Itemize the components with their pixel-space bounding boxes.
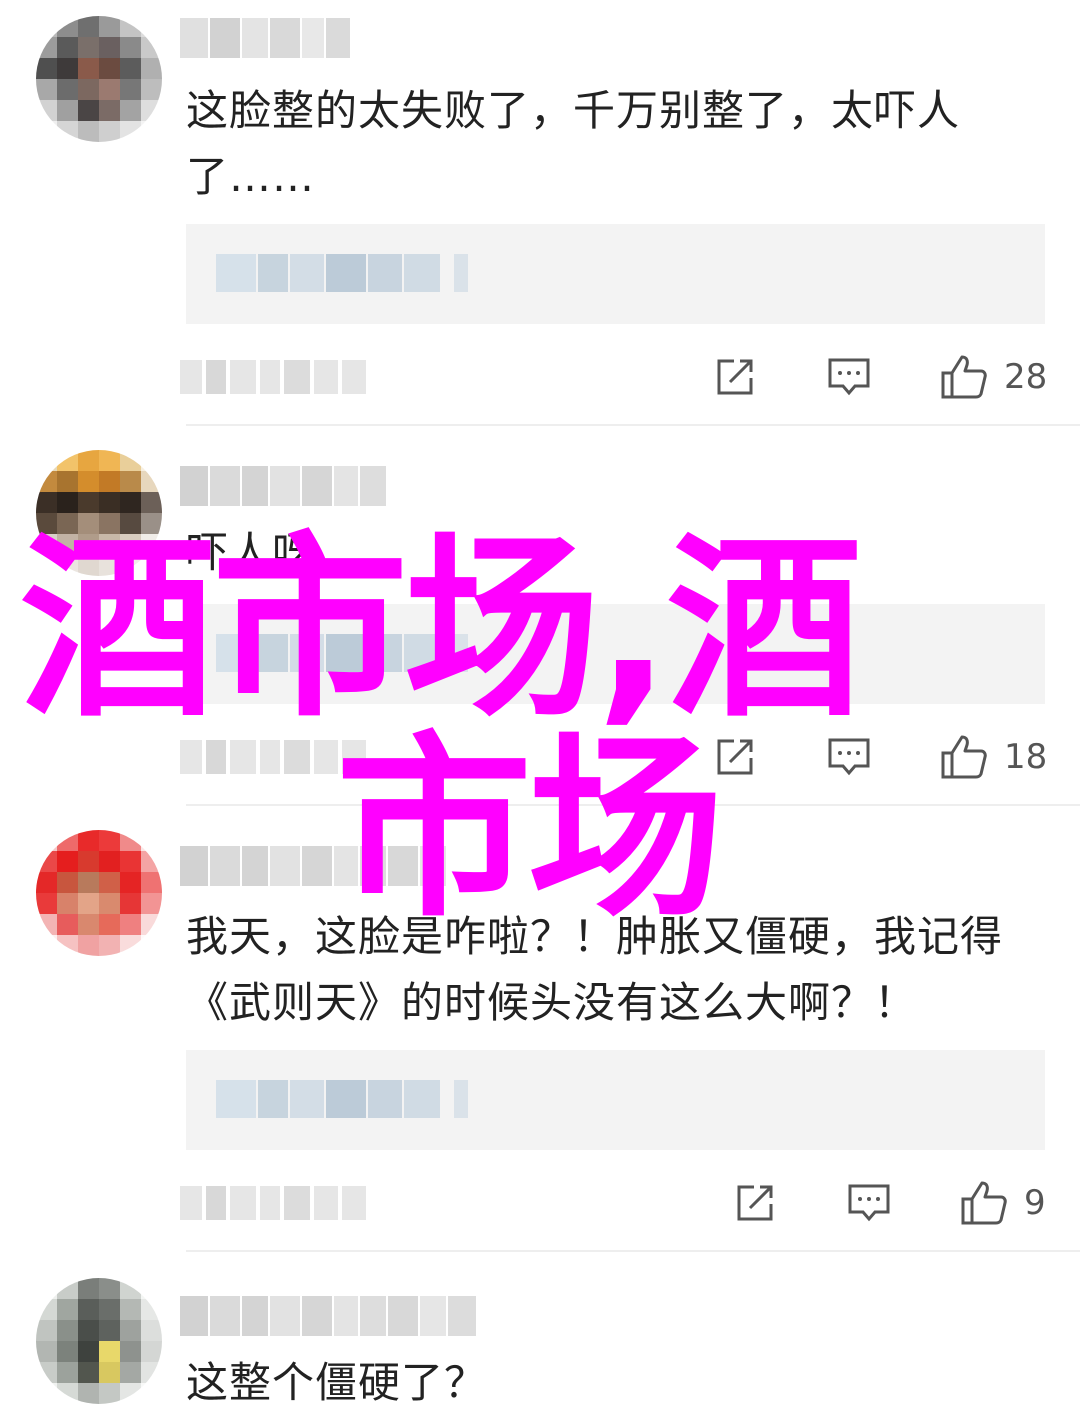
reply-button[interactable] [846, 1182, 892, 1224]
share-icon [717, 739, 753, 775]
quoted-reply[interactable] [186, 224, 1045, 324]
timestamp-blurred [180, 1186, 366, 1220]
comment-item: 这脸整的太失败了，千万别整了，太吓人了…… 28 [0, 0, 1080, 430]
quoted-reply-blurred [216, 254, 468, 292]
like-button[interactable]: 18 [940, 734, 1047, 780]
reply-icon [828, 738, 870, 776]
divider [186, 424, 1080, 426]
share-button[interactable] [712, 356, 758, 398]
share-icon [737, 1185, 773, 1221]
thumbs-up-icon [941, 735, 987, 779]
share-button[interactable] [732, 1182, 778, 1224]
avatar[interactable] [36, 450, 162, 576]
like-count: 18 [1004, 737, 1048, 777]
comment-actions: 9 [732, 1178, 1046, 1228]
divider [186, 804, 1080, 806]
thumbs-up-icon [941, 355, 987, 399]
avatar[interactable] [36, 830, 162, 956]
share-button[interactable] [712, 736, 758, 778]
quoted-reply-blurred [216, 1080, 468, 1118]
like-count: 9 [1024, 1183, 1046, 1223]
share-icon [717, 359, 753, 395]
quoted-reply[interactable] [186, 604, 1045, 704]
comment-item: 吓人呀 18 [0, 430, 1080, 810]
comment-text: 我天，这脸是咋啦？！肿胀又僵硬，我记得《武则天》的时候头没有这么大啊？！ [186, 912, 1004, 1027]
comment-text: 吓人呀 [186, 528, 316, 577]
reply-button[interactable] [826, 356, 872, 398]
quoted-reply-blurred [216, 634, 468, 672]
like-button[interactable]: 28 [940, 354, 1047, 400]
username-blurred[interactable] [180, 466, 386, 506]
quoted-reply[interactable] [186, 1050, 1045, 1150]
comment-text: 这脸整的太失败了，千万别整了，太吓人了…… [186, 86, 961, 201]
timestamp-blurred [180, 360, 366, 394]
comment-item: 我天，这脸是咋啦？！肿胀又僵硬，我记得《武则天》的时候头没有这么大啊？！ 9 [0, 810, 1080, 1258]
avatar[interactable] [36, 1278, 162, 1404]
reply-icon [848, 1184, 890, 1222]
comment-actions: 18 [712, 732, 1047, 782]
reply-icon [828, 358, 870, 396]
comment-item: 这整个僵硬了？ [0, 1258, 1080, 1426]
timestamp-blurred [180, 740, 366, 774]
like-count: 28 [1004, 357, 1048, 397]
username-blurred[interactable] [180, 846, 446, 886]
like-button[interactable]: 9 [960, 1180, 1046, 1226]
reply-button[interactable] [826, 736, 872, 778]
thumbs-up-icon [961, 1181, 1007, 1225]
username-blurred[interactable] [180, 1296, 476, 1336]
avatar[interactable] [36, 16, 162, 142]
comment-actions: 28 [712, 352, 1047, 402]
username-blurred[interactable] [180, 18, 350, 58]
comment-text: 这整个僵硬了？ [186, 1358, 488, 1407]
divider [186, 1250, 1080, 1252]
